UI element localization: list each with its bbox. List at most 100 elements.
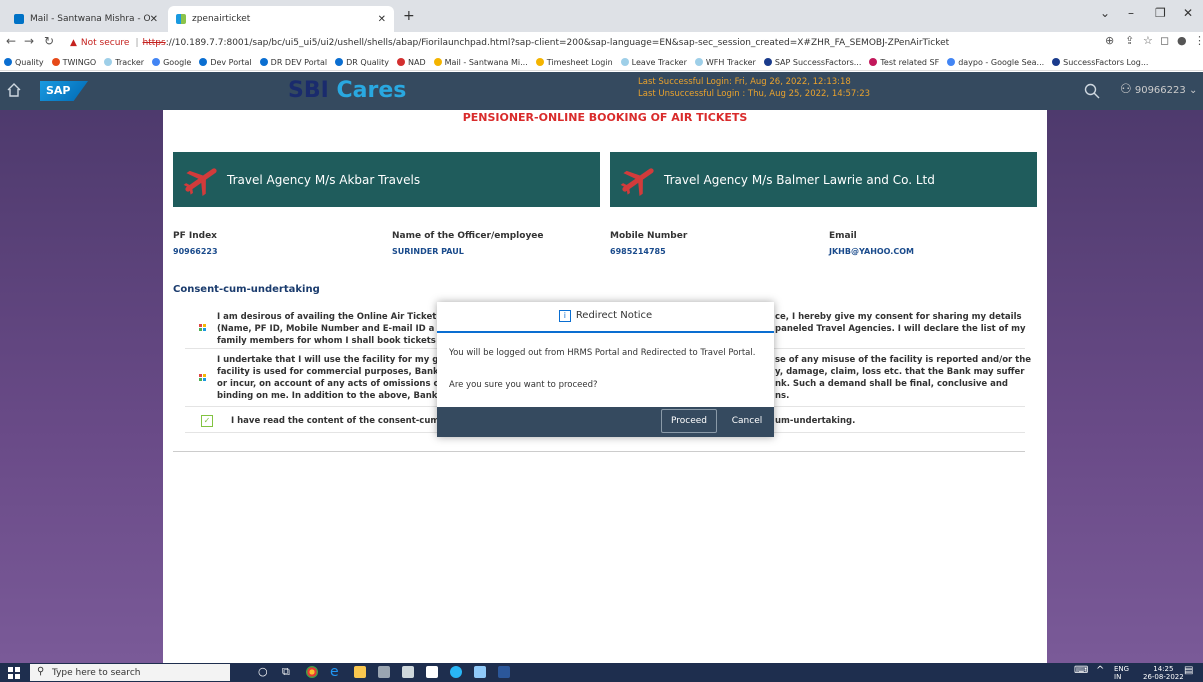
mobile-number-label: Mobile Number: [610, 231, 688, 241]
consent-section-title: Consent-cum-undertaking: [173, 284, 320, 295]
forward-icon[interactable]: →: [24, 34, 34, 48]
bookmark-item[interactable]: Test related SF: [869, 58, 939, 67]
user-icon: ⚇: [1120, 82, 1132, 97]
email-value: JKHB@YAHOO.COM: [829, 247, 914, 256]
bookmark-item[interactable]: DR DEV Portal: [259, 58, 327, 67]
consent-text-right: ce, I hereby give my consent for sharing…: [775, 312, 1026, 334]
bookmark-item[interactable]: Google: [152, 58, 191, 67]
app-icon[interactable]: [378, 666, 390, 678]
taskbar-search-placeholder: Type here to search: [52, 667, 141, 678]
acknowledge-text-left: I have read the content of the consent-c…: [231, 416, 449, 426]
sidebar-icon[interactable]: ◻: [1160, 34, 1169, 47]
proceed-button[interactable]: Proceed: [661, 409, 717, 433]
agency-balmer-lawrie-tile[interactable]: Travel Agency M/s Balmer Lawrie and Co. …: [610, 152, 1037, 207]
bookmark-item[interactable]: Mail - Santwana Mi...: [433, 58, 528, 67]
bookmark-item[interactable]: Leave Tracker: [620, 58, 687, 67]
store-icon[interactable]: [426, 666, 438, 678]
zoom-icon[interactable]: ⊕: [1105, 34, 1114, 47]
edge-icon[interactable]: e: [330, 665, 342, 679]
search-icon: ⚲: [37, 666, 45, 677]
dialog-title-underline: [437, 331, 774, 333]
reload-icon[interactable]: ↻: [44, 34, 54, 48]
clock[interactable]: 14:25 26-08-2022: [1143, 665, 1184, 681]
bookmark-item[interactable]: Quality: [4, 58, 44, 67]
cortana-icon[interactable]: ○: [258, 665, 268, 678]
agency-label: Travel Agency M/s Balmer Lawrie and Co. …: [664, 172, 935, 187]
agency-label: Travel Agency M/s Akbar Travels: [227, 172, 421, 187]
windows-start-icon[interactable]: [8, 667, 20, 679]
user-id: 90966223: [1134, 85, 1186, 96]
bookmarks-bar: Quality TWINGO Tracker Google Dev Portal…: [0, 54, 1203, 71]
taskbar-search-box[interactable]: ⚲ Type here to search: [30, 664, 230, 681]
last-unsuccessful-login: Last Unsuccessful Login : Thu, Aug 25, 2…: [638, 89, 871, 99]
search-icon[interactable]: [1084, 83, 1100, 99]
teams-icon[interactable]: [450, 666, 462, 678]
sap-favicon-icon: [176, 14, 186, 24]
keyboard-icon[interactable]: ⌨: [1074, 665, 1088, 676]
cancel-button[interactable]: Cancel: [725, 409, 769, 433]
url-field[interactable]: ▲ Not secure | https ://10.189.7.7:8001/…: [70, 34, 1070, 52]
pf-index-value: 90966223: [173, 247, 218, 256]
bookmark-item[interactable]: SAP SuccessFactors...: [763, 58, 861, 67]
close-tab-icon[interactable]: ✕: [378, 14, 386, 25]
back-icon[interactable]: ←: [6, 34, 16, 48]
bookmark-item[interactable]: TWINGO: [51, 58, 96, 67]
user-menu[interactable]: ⚇ 90966223 ⌄: [1120, 82, 1197, 97]
grid-icon: [199, 324, 207, 332]
bookmark-star-icon[interactable]: ☆: [1143, 34, 1153, 47]
bookmark-item[interactable]: daypo - Google Sea...: [947, 58, 1044, 67]
home-icon[interactable]: [6, 82, 22, 98]
content-divider: [173, 451, 1025, 452]
bookmark-item[interactable]: DR Quality: [335, 58, 389, 67]
airplane-icon: [620, 167, 654, 196]
chrome-icon[interactable]: [306, 666, 318, 678]
mobile-number-value: 6985214785: [610, 247, 666, 256]
acknowledge-text-right: um-undertaking.: [775, 416, 856, 426]
task-view-icon[interactable]: ⧉: [282, 665, 290, 679]
pf-index-label: PF Index: [173, 231, 217, 241]
tab-title: Mail - Santwana Mishra - Outloo: [30, 14, 150, 24]
agency-akbar-travels-tile[interactable]: Travel Agency M/s Akbar Travels: [173, 152, 600, 207]
consent-text-left: I am desirous of availing the Online Air…: [217, 312, 437, 346]
acknowledge-checkbox[interactable]: ✓: [201, 415, 213, 427]
bookmark-item[interactable]: Timesheet Login: [535, 58, 613, 67]
dialog-question: Are you sure you want to proceed?: [449, 380, 598, 390]
chevron-down-icon: ⌄: [1188, 85, 1198, 96]
bookmark-item[interactable]: SuccessFactors Log...: [1052, 58, 1148, 67]
not-secure-label: Not secure: [80, 38, 130, 48]
bookmark-item[interactable]: Tracker: [104, 58, 144, 67]
url-text: ://10.189.7.7:8001/sap/bc/ui5_ui5/ui2/us…: [165, 38, 950, 48]
bookmark-item[interactable]: WFH Tracker: [694, 58, 756, 67]
grid-icon: [199, 374, 207, 382]
language-indicator[interactable]: ENG IN: [1114, 665, 1129, 681]
restore-icon[interactable]: ❐: [1155, 6, 1166, 20]
tab-outlook-mail[interactable]: Mail - Santwana Mishra - Outloo ✕: [6, 6, 166, 32]
new-tab-icon[interactable]: +: [403, 8, 415, 24]
mail-icon[interactable]: [402, 666, 414, 678]
tab-title: zpenairticket: [192, 14, 251, 24]
bookmark-item[interactable]: Dev Portal: [199, 58, 252, 67]
minimize-icon[interactable]: –: [1128, 6, 1134, 20]
undertaking-text-right: se of any misuse of the facility is repo…: [775, 355, 1032, 401]
undertaking-text-left: I undertake that I will use the facility…: [217, 355, 439, 401]
page-heading: PENSIONER-ONLINE BOOKING OF AIR TICKETS: [462, 111, 748, 124]
last-successful-login: Last Successful Login: Fri, Aug 26, 2022…: [638, 77, 851, 87]
close-tab-icon[interactable]: ✕: [150, 14, 158, 25]
email-label: Email: [829, 231, 857, 241]
file-explorer-icon[interactable]: [354, 666, 366, 678]
officer-name-value: SURINDER PAUL: [392, 247, 464, 256]
tab-search-icon[interactable]: ⌄: [1100, 6, 1110, 20]
dialog-message: You will be logged out from HRMS Portal …: [449, 348, 756, 358]
show-hidden-icons-icon[interactable]: ^: [1096, 665, 1104, 676]
airplane-icon: [183, 167, 217, 196]
app-title: SBI Cares: [288, 78, 407, 103]
notifications-icon[interactable]: ▤: [1184, 665, 1193, 676]
tab-zpenairticket[interactable]: zpenairticket ✕: [168, 6, 394, 32]
menu-icon[interactable]: ⋮: [1194, 34, 1203, 47]
word-icon[interactable]: [498, 666, 510, 678]
app-icon[interactable]: [474, 666, 486, 678]
profile-icon[interactable]: ●: [1177, 34, 1187, 47]
close-window-icon[interactable]: ✕: [1183, 6, 1193, 20]
bookmark-item[interactable]: NAD: [397, 58, 426, 67]
share-icon[interactable]: ⇪: [1125, 34, 1134, 47]
